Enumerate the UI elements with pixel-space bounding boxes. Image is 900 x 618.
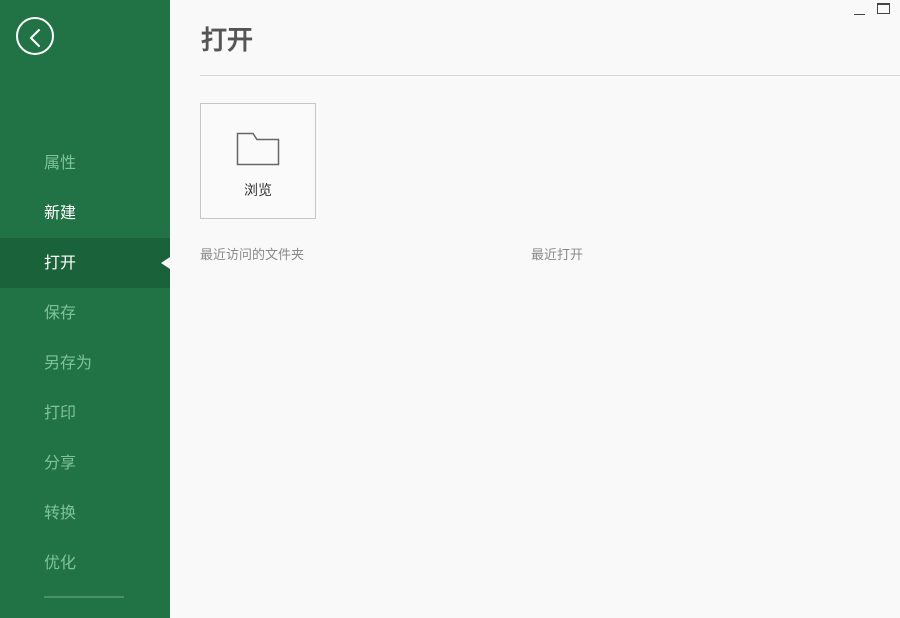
sidebar-item-label: 新建 — [44, 203, 77, 222]
maximize-button[interactable] — [877, 3, 890, 14]
browse-label: 浏览 — [244, 183, 272, 199]
sidebar-item-properties[interactable]: 属性 — [0, 138, 170, 188]
sidebar-item-save-as[interactable]: 另存为 — [0, 338, 170, 388]
sidebar-item-share[interactable]: 分享 — [0, 438, 170, 488]
title-divider — [200, 75, 900, 76]
sidebar-item-label: 保存 — [44, 303, 77, 322]
sidebar-item-label: 优化 — [44, 553, 77, 572]
sidebar-item-save[interactable]: 保存 — [0, 288, 170, 338]
sidebar-item-label: 属性 — [44, 153, 77, 172]
minimize-button[interactable] — [854, 4, 866, 16]
recent-folders-heading: 最近访问的文件夹 — [200, 248, 305, 263]
sidebar-item-print[interactable]: 打印 — [0, 388, 170, 438]
recent-open-heading: 最近打开 — [531, 248, 584, 263]
sidebar-item-label: 打开 — [44, 253, 77, 272]
app-window: 属性 新建 打开 保存 另存为 打印 分享 转换 优化 打开 浏览 最近访问的文… — [0, 0, 900, 618]
sidebar-scrollbar[interactable] — [44, 596, 124, 598]
sidebar-item-new[interactable]: 新建 — [0, 188, 170, 238]
folder-icon — [236, 132, 280, 166]
sidebar-item-optimize[interactable]: 优化 — [0, 538, 170, 588]
browse-button[interactable]: 浏览 — [200, 103, 316, 219]
sidebar-item-label: 分享 — [44, 453, 77, 472]
page-title: 打开 — [201, 26, 254, 56]
sidebar: 属性 新建 打开 保存 另存为 打印 分享 转换 优化 — [0, 0, 170, 618]
arrow-left-icon — [30, 29, 40, 47]
sidebar-item-open[interactable]: 打开 — [0, 238, 170, 288]
sidebar-nav: 属性 新建 打开 保存 另存为 打印 分享 转换 优化 — [0, 138, 170, 588]
sidebar-item-convert[interactable]: 转换 — [0, 488, 170, 538]
sidebar-item-label: 打印 — [44, 403, 77, 422]
back-button[interactable] — [16, 17, 54, 55]
sidebar-item-label: 另存为 — [44, 353, 93, 372]
sidebar-item-label: 转换 — [44, 503, 77, 522]
